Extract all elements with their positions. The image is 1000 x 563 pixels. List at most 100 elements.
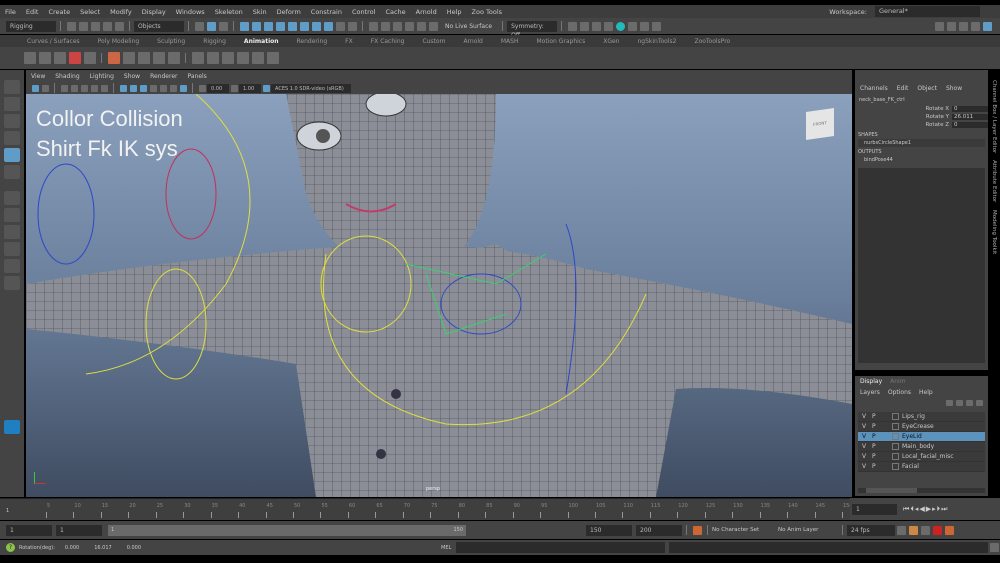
- command-input[interactable]: [456, 542, 666, 553]
- lock-selection-icon[interactable]: [335, 21, 345, 31]
- menu-windows[interactable]: Windows: [176, 8, 205, 16]
- color-management-icon[interactable]: [262, 84, 270, 92]
- cb-menu-channels[interactable]: Channels: [860, 85, 888, 92]
- snap-grid-icon[interactable]: [368, 21, 378, 31]
- new-scene-icon[interactable]: [66, 21, 76, 31]
- menu-select[interactable]: Select: [80, 8, 100, 16]
- range-slider-start[interactable]: 1: [111, 527, 114, 533]
- hierarchy-mode-icon[interactable]: [194, 21, 204, 31]
- help-icon[interactable]: ?: [6, 543, 15, 552]
- shelf-tab-ngskintools2[interactable]: ngSkinTools2: [637, 38, 676, 45]
- paint-select-tool-icon[interactable]: [4, 114, 20, 128]
- menu-zoo-tools[interactable]: Zoo Tools: [472, 8, 503, 16]
- attribute-editor-icon[interactable]: [959, 21, 968, 31]
- shelf-tool-1-icon[interactable]: [23, 52, 36, 64]
- layer-color-swatch[interactable]: [892, 433, 899, 440]
- cb-attr-rotate-x[interactable]: Rotate X0: [855, 105, 988, 113]
- xray-joints-icon[interactable]: [179, 84, 187, 92]
- shelf-tab-mash[interactable]: MASH: [501, 38, 519, 45]
- ipr-render-icon[interactable]: [591, 21, 601, 31]
- menu-file[interactable]: File: [5, 8, 16, 16]
- layer-name[interactable]: Facial: [902, 463, 919, 470]
- anim-layer-dropdown[interactable]: No Anim Layer: [778, 527, 838, 533]
- scale-tool-icon[interactable]: [4, 165, 20, 179]
- anim-prefs-icon[interactable]: [908, 525, 918, 535]
- layer-name[interactable]: Main_body: [902, 443, 934, 450]
- last-tool-icon[interactable]: [4, 191, 20, 205]
- move-layer-down-icon[interactable]: [955, 400, 963, 406]
- save-scene-icon[interactable]: [90, 21, 100, 31]
- output-node[interactable]: bindPose44: [855, 156, 988, 164]
- layer-row[interactable]: V P EyeCrease: [858, 422, 985, 432]
- character-controls-icon[interactable]: [947, 21, 956, 31]
- select-render-icon[interactable]: [311, 21, 321, 31]
- layer-visibility-toggle[interactable]: V: [858, 433, 872, 440]
- grid-icon[interactable]: [60, 84, 68, 92]
- render-setup-icon[interactable]: [627, 21, 637, 31]
- wireframe-on-shaded-icon[interactable]: [139, 84, 147, 92]
- render-view-icon[interactable]: [567, 21, 577, 31]
- shelf-tool-14-icon[interactable]: [236, 52, 249, 64]
- layer-menu-layers[interactable]: Layers: [860, 389, 880, 396]
- safe-action-icon[interactable]: [90, 84, 98, 92]
- layer-playback-toggle[interactable]: P: [872, 443, 892, 450]
- new-layer-selected-icon[interactable]: [975, 400, 983, 406]
- shelf-tab-arnold[interactable]: Arnold: [463, 38, 482, 45]
- select-surface-icon[interactable]: [275, 21, 285, 31]
- shelf-tool-11-icon[interactable]: [191, 52, 204, 64]
- component-mode-icon[interactable]: [218, 21, 228, 31]
- layer-playback-toggle[interactable]: P: [872, 453, 892, 460]
- layer-name[interactable]: Lips_rig: [902, 413, 925, 420]
- attr-value[interactable]: 0: [952, 106, 988, 112]
- range-slider-end[interactable]: 150: [453, 527, 463, 533]
- shelf-tab-sculpting[interactable]: Sculpting: [157, 38, 185, 45]
- select-joint-icon[interactable]: [251, 21, 261, 31]
- gamma-icon[interactable]: [230, 84, 238, 92]
- shape-node[interactable]: nurbsCircleShape1: [858, 139, 985, 147]
- rotate-tool-icon[interactable]: [4, 148, 20, 162]
- layer-menu-options[interactable]: Options: [888, 389, 911, 396]
- smooth-shade-icon[interactable]: [129, 84, 137, 92]
- menu-skin[interactable]: Skin: [253, 8, 267, 16]
- menu-skeleton[interactable]: Skeleton: [215, 8, 243, 16]
- select-handle-icon[interactable]: [239, 21, 249, 31]
- move-tool-icon[interactable]: [4, 131, 20, 145]
- menu-edit[interactable]: Edit: [26, 8, 39, 16]
- fps-dropdown[interactable]: 24 fps: [847, 524, 895, 536]
- side-tab-channel-box[interactable]: Channel Box / Layer Editor: [991, 80, 997, 153]
- colorspace-dropdown[interactable]: ACES 1.0 SDR-video (sRGB): [271, 83, 351, 93]
- layer-visibility-toggle[interactable]: V: [858, 453, 872, 460]
- open-scene-icon[interactable]: [78, 21, 88, 31]
- side-tab-modeling-toolkit[interactable]: Modeling Toolkit: [991, 210, 997, 254]
- layer-tab-display[interactable]: Display: [860, 378, 882, 385]
- shelf-tab-rigging[interactable]: Rigging: [203, 38, 226, 45]
- cached-playback-icon[interactable]: [932, 525, 942, 535]
- shelf-joint-icon[interactable]: [107, 52, 120, 64]
- current-frame-field[interactable]: 1: [852, 503, 897, 515]
- layer-playback-toggle[interactable]: P: [872, 413, 892, 420]
- cb-menu-edit[interactable]: Edit: [897, 85, 909, 92]
- shelf-tab-custom[interactable]: Custom: [422, 38, 445, 45]
- isolate-icon[interactable]: [100, 84, 108, 92]
- layer-name[interactable]: Local_facial_misc: [902, 453, 954, 460]
- panel-menu-lighting[interactable]: Lighting: [90, 73, 114, 80]
- layer-row[interactable]: V P Lips_rig: [858, 412, 985, 422]
- time-slider[interactable]: 5 10 15 20 25 30 35 40 45 50 55 60 65 70 75 80 85 90 95 100…: [0, 498, 853, 520]
- shelf-tool-16-icon[interactable]: [266, 52, 279, 64]
- shelf-tab-animation[interactable]: Animation: [244, 38, 279, 45]
- layer-row[interactable]: V P Local_facial_misc: [858, 452, 985, 462]
- modeling-toolkit-icon[interactable]: [935, 21, 944, 31]
- redo-icon[interactable]: [114, 21, 124, 31]
- attr-value[interactable]: 26.011: [952, 114, 988, 120]
- menu-help[interactable]: Help: [447, 8, 462, 16]
- shelf-tool-15-icon[interactable]: [251, 52, 264, 64]
- render-settings-icon[interactable]: [603, 21, 613, 31]
- layer-name[interactable]: EyeCrease: [902, 423, 934, 430]
- select-camera-icon[interactable]: [31, 84, 39, 92]
- shelf-tab-poly-modeling[interactable]: Poly Modeling: [98, 38, 140, 45]
- shelf-tab-fx-caching[interactable]: FX Caching: [371, 38, 405, 45]
- gamma-field[interactable]: 1.00: [239, 83, 261, 93]
- snap-surface-icon[interactable]: [416, 21, 426, 31]
- layer-color-swatch[interactable]: [892, 423, 899, 430]
- shelf-tool-9-icon[interactable]: [152, 52, 165, 64]
